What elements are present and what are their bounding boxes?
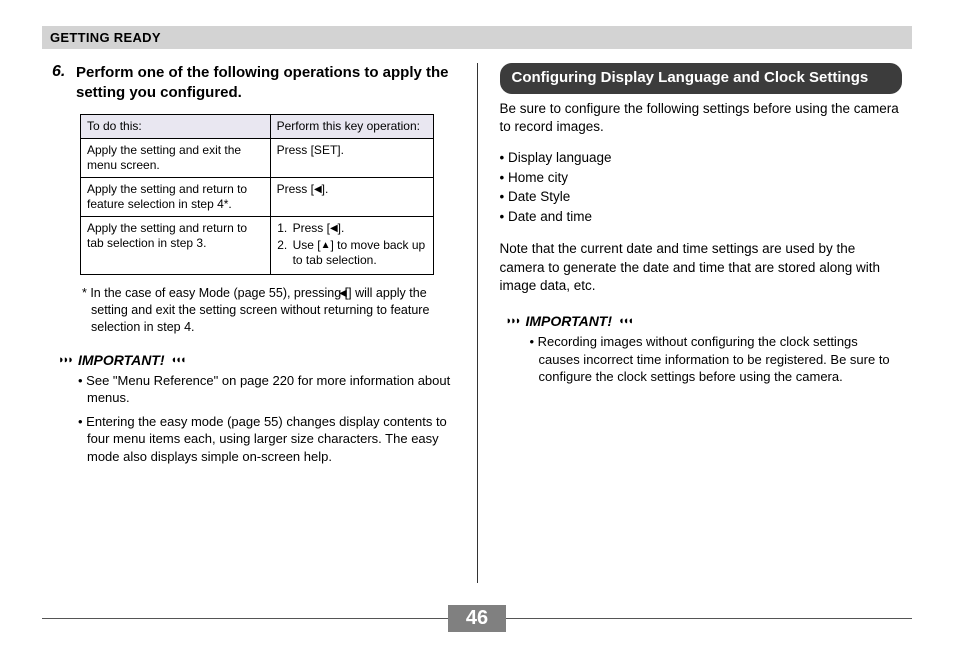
step-number: 6. bbox=[52, 63, 70, 102]
text: Press [ bbox=[293, 221, 330, 235]
text: ]. bbox=[338, 221, 345, 235]
manual-page: GETTING READY 6. Perform one of the foll… bbox=[0, 0, 954, 646]
footnote: * In the case of easy Mode (page 55), pr… bbox=[82, 285, 451, 336]
list-item: Date Style bbox=[500, 187, 903, 207]
important-bullet: Recording images without configuring the… bbox=[530, 333, 903, 386]
table-cell: Apply the setting and return to tab sele… bbox=[81, 217, 271, 275]
section-header-text: GETTING READY bbox=[50, 30, 161, 45]
two-column-layout: 6. Perform one of the following operatio… bbox=[42, 63, 912, 583]
section-header: GETTING READY bbox=[42, 26, 912, 49]
list-item: Home city bbox=[500, 168, 903, 188]
list-item: Entering the easy mode (page 55) changes… bbox=[78, 413, 455, 466]
table-row: Apply the setting and return to feature … bbox=[81, 178, 434, 217]
text: Press [ bbox=[277, 182, 314, 196]
list-item: Use [▲] to move back up to tab selection… bbox=[291, 238, 428, 268]
important-label: IMPORTANT! bbox=[78, 352, 165, 368]
table-header-row: To do this: Perform this key operation: bbox=[81, 115, 434, 139]
important-label: IMPORTANT! bbox=[525, 313, 612, 329]
table-row: Apply the setting and exit the menu scre… bbox=[81, 139, 434, 178]
important-bullets: See "Menu Reference" on page 220 for mor… bbox=[78, 372, 455, 466]
intro-paragraph: Be sure to configure the following setti… bbox=[500, 100, 903, 136]
text: ]. bbox=[322, 182, 329, 196]
left-arrow-icon: ◀ bbox=[330, 223, 338, 236]
up-arrow-icon: ▲ bbox=[321, 240, 331, 253]
table-cell: Press [SET]. bbox=[270, 139, 434, 178]
table-cell: Press [◀]. bbox=[270, 178, 434, 217]
table-cell: Apply the setting and exit the menu scre… bbox=[81, 139, 271, 178]
decoration-icon: ◗◗◗ bbox=[506, 315, 520, 327]
decoration-icon: ◗◗◗ bbox=[58, 354, 72, 366]
text: * In the case of easy Mode (page 55), pr… bbox=[82, 286, 348, 300]
page-footer: 46 bbox=[42, 605, 912, 632]
list-item: Display language bbox=[500, 148, 903, 168]
table-row: Apply the setting and return to tab sele… bbox=[81, 217, 434, 275]
important-heading: ◗◗◗ IMPORTANT! ◖◖◖ bbox=[58, 352, 455, 368]
footer-line bbox=[42, 618, 448, 619]
step-heading: 6. Perform one of the following operatio… bbox=[52, 63, 455, 102]
table-cell: Press [◀]. Use [▲] to move back up to ta… bbox=[270, 217, 434, 275]
important-heading: ◗◗◗ IMPORTANT! ◖◖◖ bbox=[506, 313, 903, 329]
left-column: 6. Perform one of the following operatio… bbox=[42, 63, 477, 583]
settings-list: Display language Home city Date Style Da… bbox=[500, 148, 903, 226]
operations-table: To do this: Perform this key operation: … bbox=[80, 114, 434, 275]
list-item: Press [◀]. bbox=[291, 221, 428, 236]
decoration-icon: ◖◖◖ bbox=[171, 354, 185, 366]
left-arrow-icon: ◀ bbox=[314, 184, 322, 197]
section-title: Configuring Display Language and Clock S… bbox=[500, 63, 903, 94]
step-text: Perform one of the following operations … bbox=[76, 63, 455, 102]
right-column: Configuring Display Language and Clock S… bbox=[478, 63, 913, 583]
text: Use [ bbox=[293, 238, 321, 252]
table-header-cell: To do this: bbox=[81, 115, 271, 139]
list-item: See "Menu Reference" on page 220 for mor… bbox=[78, 372, 455, 407]
table-header-cell: Perform this key operation: bbox=[270, 115, 434, 139]
page-number: 46 bbox=[448, 605, 506, 632]
decoration-icon: ◖◖◖ bbox=[618, 315, 632, 327]
footer-line bbox=[506, 618, 912, 619]
table-cell: Apply the setting and return to feature … bbox=[81, 178, 271, 217]
list-item: Date and time bbox=[500, 207, 903, 227]
note-paragraph: Note that the current date and time sett… bbox=[500, 240, 903, 295]
